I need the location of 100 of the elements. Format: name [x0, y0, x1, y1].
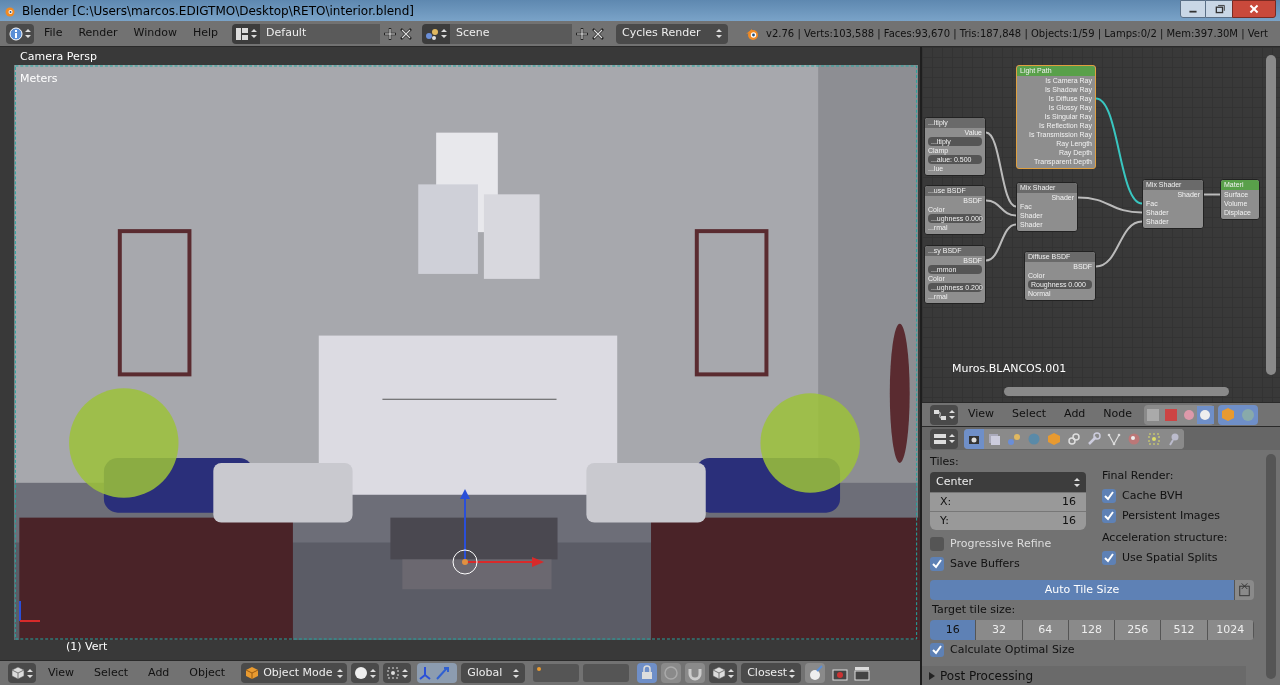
editor-type-button[interactable]	[930, 404, 958, 425]
render-engine-dropdown[interactable]: Cycles Render	[616, 23, 729, 44]
editor-type-button[interactable]	[8, 663, 36, 683]
menu-item[interactable]: Add	[1056, 406, 1094, 423]
name-field[interactable]: Scene	[450, 23, 573, 44]
minimize-icon[interactable]	[1180, 0, 1206, 18]
checkbox-option[interactable]: Progressive Refine	[930, 534, 1052, 554]
app-logo-icon	[744, 26, 761, 41]
editor-type-button[interactable]	[6, 23, 34, 44]
physics-icon	[1167, 431, 1181, 446]
number-field[interactable]: Y: 16	[930, 511, 1086, 530]
texture-icon	[1147, 431, 1161, 446]
checkbox-option[interactable]: Use Spatial Splits	[1102, 548, 1218, 568]
orientation-dropdown[interactable]: Global	[461, 663, 526, 683]
updown-icon	[728, 667, 735, 679]
menu-item[interactable]: Node	[1095, 406, 1141, 423]
menu-item[interactable]: View	[960, 406, 1003, 423]
vertical-scrollbar[interactable]	[1266, 55, 1276, 375]
tile-order-dropdown[interactable]: Center	[930, 472, 1086, 492]
context-tab[interactable]	[964, 428, 984, 449]
checkbox-option[interactable]: Save Buffers	[930, 554, 1020, 574]
tile-size-option[interactable]: 64	[1022, 620, 1069, 640]
menu-item[interactable]: Render	[72, 25, 124, 42]
node-link	[1095, 220, 1143, 268]
tile-size-option[interactable]: 32	[976, 620, 1023, 640]
browse-button[interactable]	[232, 23, 261, 44]
unlink-icon[interactable]	[1234, 580, 1254, 600]
menu-item[interactable]: Window	[127, 25, 183, 42]
checkbox[interactable]	[1102, 551, 1116, 565]
horizontal-scrollbar[interactable]	[1004, 387, 1229, 396]
restore-icon[interactable]	[1206, 0, 1232, 18]
checkbox-option[interactable]: Cache BVH	[1102, 486, 1183, 506]
updown-icon	[441, 28, 448, 39]
lock-icon[interactable]	[637, 663, 658, 683]
tile-size-option[interactable]: 512	[1161, 620, 1208, 640]
mode-dropdown[interactable]: Object Mode	[241, 663, 348, 683]
tile-size-option[interactable]: 128	[1068, 620, 1116, 640]
layout-icon	[235, 26, 250, 41]
tile-size-option[interactable]: 256	[1115, 620, 1162, 640]
menu-item[interactable]: Select	[1004, 406, 1055, 423]
checkbox[interactable]	[1102, 489, 1116, 503]
add-icon[interactable]	[574, 25, 591, 42]
node-editor-icon	[933, 407, 947, 422]
editor-type-button[interactable]	[930, 428, 958, 449]
selection-info-label: (1) Vert	[66, 639, 108, 655]
section-label: Tiles:	[930, 454, 960, 470]
close-icon[interactable]	[1232, 0, 1276, 18]
add-icon[interactable]	[382, 25, 399, 42]
auto-tile-size-toggle[interactable]: Auto Tile Size	[930, 580, 1234, 600]
snap-element-button[interactable]	[709, 663, 738, 683]
snap-align-icon[interactable]	[805, 663, 826, 683]
updown-icon	[513, 667, 520, 679]
tile-size-option[interactable]: 1024	[1207, 620, 1254, 640]
browse-button[interactable]	[422, 23, 451, 44]
menu-item[interactable]: Help	[186, 25, 225, 42]
checkbox-option[interactable]: Persistent Images	[1102, 506, 1221, 526]
node-link	[1203, 193, 1221, 196]
window-title: Blender [C:\Users\marcos.EDIGTMO\Desktop\RETO\interior.blend]	[22, 2, 414, 20]
data-icon	[1107, 431, 1121, 446]
cube-icon	[245, 666, 260, 680]
updown-icon	[1074, 476, 1080, 488]
units-label: Meters	[20, 71, 58, 87]
tile-size-option[interactable]: 16	[930, 620, 977, 640]
world-icon	[1027, 431, 1041, 446]
constraints-icon	[1067, 431, 1081, 446]
panel-header[interactable]: Post Processing	[922, 666, 1246, 685]
name-field[interactable]: Default	[260, 23, 381, 44]
modifiers-icon	[1087, 431, 1101, 446]
scene-icon	[1007, 431, 1021, 446]
object-icon	[1047, 431, 1061, 446]
shading-button[interactable]	[351, 663, 380, 683]
close-icon[interactable]	[398, 25, 415, 42]
checkbox[interactable]	[930, 557, 944, 571]
close-icon[interactable]	[590, 25, 607, 42]
menu-item[interactable]: Select	[86, 664, 137, 682]
menu-item[interactable]: Object	[181, 664, 234, 682]
clapperboard-icon[interactable]	[853, 664, 872, 682]
vertical-scrollbar[interactable]	[1266, 454, 1276, 679]
updown-icon	[402, 667, 409, 679]
sphere-icon	[354, 666, 369, 680]
manipulator-icon[interactable]	[417, 663, 458, 683]
number-field[interactable]: X: 16	[930, 492, 1086, 511]
checkbox[interactable]	[930, 643, 944, 657]
pivot-button[interactable]	[383, 663, 412, 683]
menu-item[interactable]: Add	[140, 664, 178, 682]
section-label: Target tile size:	[931, 602, 1017, 618]
magnet-icon[interactable]	[685, 663, 706, 683]
checkbox[interactable]	[930, 537, 944, 551]
checkbox[interactable]	[1102, 509, 1116, 523]
node-link	[985, 223, 1017, 262]
checkbox-option[interactable]: Calculate Optimal Size	[930, 640, 1075, 660]
snap-target-dropdown[interactable]: Closest	[741, 663, 802, 683]
cube-icon	[11, 666, 25, 680]
updown-icon	[716, 28, 723, 39]
updown-icon	[337, 667, 344, 679]
updown-icon	[25, 28, 31, 39]
menu-item[interactable]: File	[38, 25, 69, 42]
layers-icon	[987, 431, 1001, 446]
menu-item[interactable]: View	[40, 664, 83, 682]
scene-icon	[425, 26, 440, 41]
